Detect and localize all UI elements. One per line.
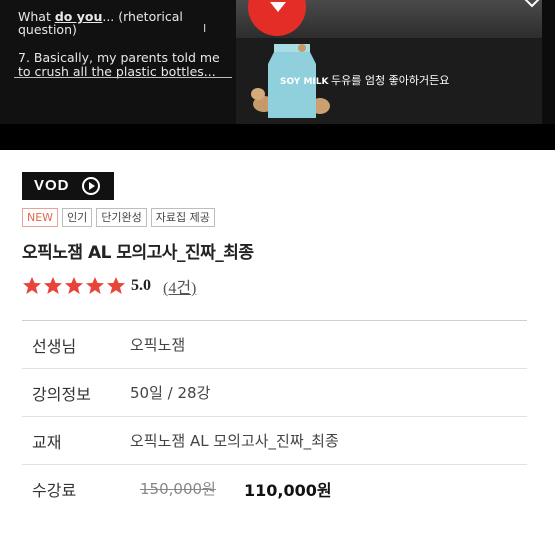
video-bottom-bar <box>0 124 555 150</box>
play-icon <box>270 2 286 12</box>
course-info-table: 선생님 오픽노잼 강의정보 50일 / 28강 교재 오픽노잼 AL 모의고사_… <box>22 320 527 512</box>
info-label: 수강료 <box>32 481 77 500</box>
vod-badge: VOD <box>22 172 114 200</box>
teacher-value: 오픽노잼 <box>130 336 186 354</box>
text-cursor-icon: I <box>203 22 207 35</box>
info-row-teacher: 선생님 오픽노잼 <box>22 320 527 368</box>
rating: 5.0 (4건) <box>22 274 196 298</box>
star-icon <box>107 277 125 294</box>
star-icon <box>23 277 41 294</box>
info-label: 교재 <box>32 433 62 452</box>
sale-price: 110,000원 <box>244 481 332 500</box>
tag-list: NEW 인기 단기완성 자료집 제공 <box>22 208 215 227</box>
textbook-value: 오픽노잼 AL 모의고사_진짜_최종 <box>130 432 339 450</box>
info-label: 선생님 <box>32 337 77 356</box>
star-icon <box>86 277 104 294</box>
subtitle-divider <box>14 77 232 78</box>
star-icon <box>44 277 62 294</box>
course-value: 50일 / 28강 <box>130 384 211 402</box>
vod-label: VOD <box>34 177 70 194</box>
original-price: 150,000원 <box>140 480 216 498</box>
info-row-fee: 수강료 150,000원 110,000원 <box>22 464 527 512</box>
info-label: 강의정보 <box>32 385 91 404</box>
rating-score: 5.0 <box>131 277 151 294</box>
tag-short-term: 단기완성 <box>96 208 147 227</box>
star-icon <box>65 277 83 294</box>
tag-materials: 자료집 제공 <box>150 208 215 227</box>
tag-popular: 인기 <box>62 208 93 227</box>
play-circle-icon <box>82 177 100 195</box>
soy-milk-carton-icon: SOY MILK <box>251 44 330 118</box>
svg-text:SOY MILK: SOY MILK <box>280 77 330 87</box>
video-player[interactable]: What do you... (rhetorical question) I 7… <box>0 0 555 150</box>
star-rating <box>22 276 126 296</box>
review-count-link[interactable]: (4건) <box>163 274 196 298</box>
chevron-next-icon[interactable] <box>520 0 544 10</box>
product-title: 오픽노잼 AL 모의고사_진짜_최종 <box>22 243 254 263</box>
video-caption: 두유를 엄청 좋아하거든요 <box>331 74 450 87</box>
subtitle-line: question) <box>18 22 77 37</box>
info-row-textbook: 교재 오픽노잼 AL 모의고사_진짜_최종 <box>22 416 527 464</box>
subtitle-line: 7. Basically, my parents told me <box>18 50 220 65</box>
info-row-course: 강의정보 50일 / 28강 <box>22 368 527 416</box>
tag-new: NEW <box>22 208 59 227</box>
